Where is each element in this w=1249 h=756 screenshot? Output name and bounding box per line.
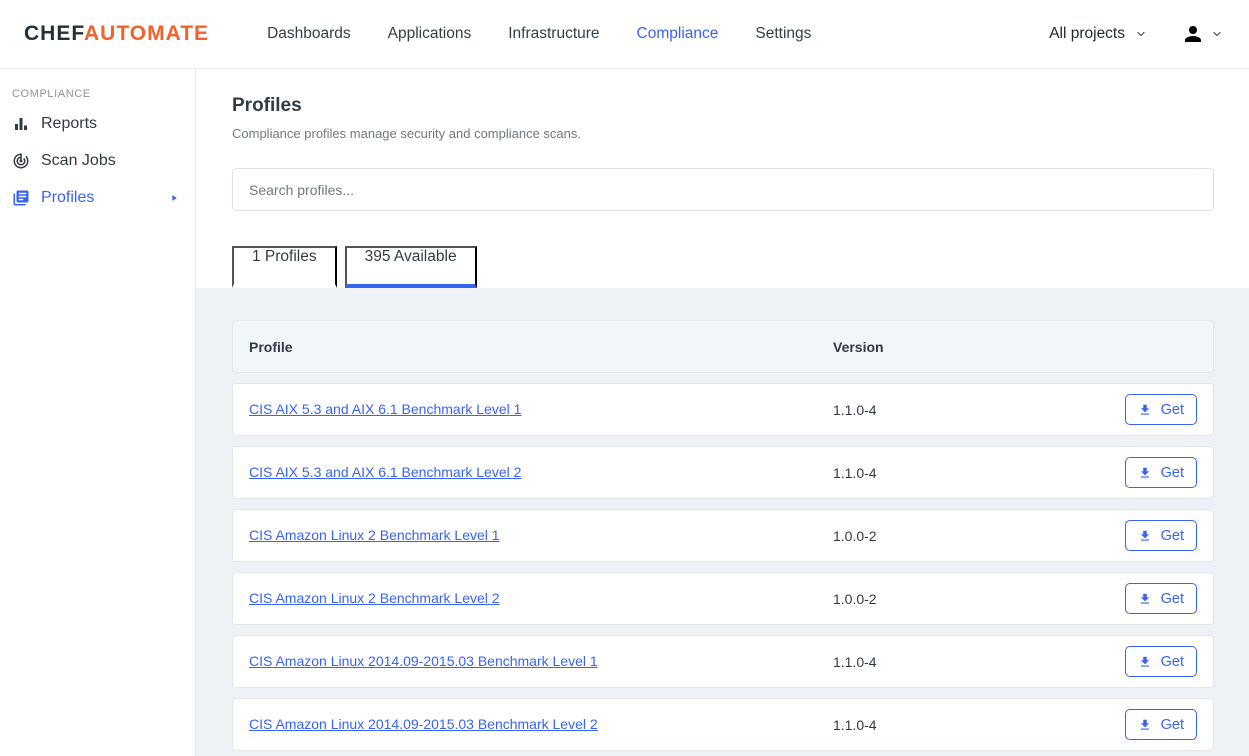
get-button[interactable]: Get [1125,394,1197,425]
profile-version: 1.1.0-4 [833,402,1125,418]
nav-item-applications[interactable]: Applications [388,25,472,43]
get-button[interactable]: Get [1125,520,1197,551]
compliance-sidebar: COMPLIANCE Reports Scan Jobs Profiles [0,69,196,756]
profile-version: 1.0.0-2 [833,591,1125,607]
sidebar-item-profiles[interactable]: Profiles [0,179,195,216]
logo-product-text: AUTOMATE [84,22,209,45]
page-subtitle: Compliance profiles manage security and … [232,126,1214,141]
search-input[interactable] [232,168,1214,211]
table-row: CIS Amazon Linux 2014.09-2015.03 Benchma… [232,635,1214,688]
sidebar-item-label: Scan Jobs [41,152,116,170]
profile-link[interactable]: CIS AIX 5.3 and AIX 6.1 Benchmark Level … [249,464,521,480]
download-icon [1138,466,1152,480]
table-row: CIS Amazon Linux 2014.09-2015.03 Benchma… [232,698,1214,751]
profile-link[interactable]: CIS Amazon Linux 2 Benchmark Level 2 [249,590,500,606]
profile-version: 1.1.0-4 [833,654,1125,670]
sidebar-item-reports[interactable]: Reports [0,105,195,142]
download-icon [1138,529,1152,543]
primary-nav: Dashboards Applications Infrastructure C… [267,25,811,43]
get-button-label: Get [1161,654,1184,670]
tab-my-profiles[interactable]: 1 Profiles [232,246,337,288]
get-button[interactable]: Get [1125,709,1197,740]
radar-icon [12,152,30,170]
get-button-label: Get [1161,528,1184,544]
profiles-header-section: Profiles Compliance profiles manage secu… [196,69,1249,288]
get-button-label: Get [1161,591,1184,607]
profile-version: 1.1.0-4 [833,465,1125,481]
get-button[interactable]: Get [1125,457,1197,488]
download-icon [1138,592,1152,606]
profile-link[interactable]: CIS Amazon Linux 2014.09-2015.03 Benchma… [249,653,598,669]
logo-brand-text: CHEF [24,22,84,45]
page-title: Profiles [232,95,1214,117]
profile-version: 1.0.0-2 [833,528,1125,544]
profile-link[interactable]: CIS AIX 5.3 and AIX 6.1 Benchmark Level … [249,401,521,417]
table-row: CIS AIX 5.3 and AIX 6.1 Benchmark Level … [232,383,1214,436]
profiles-table-body: CIS AIX 5.3 and AIX 6.1 Benchmark Level … [232,383,1214,751]
table-row: CIS Amazon Linux 2 Benchmark Level 2 1.0… [232,572,1214,625]
column-header-version: Version [833,339,1127,355]
chef-automate-logo[interactable]: CHEFAUTOMATE [24,22,209,46]
sidebar-item-label: Reports [41,115,97,133]
tab-available[interactable]: 395 Available [345,246,477,288]
main-content: Profiles Compliance profiles manage secu… [196,69,1249,756]
profiles-tabs: 1 Profiles 395 Available [232,246,477,288]
download-icon [1138,718,1152,732]
library-books-icon [12,189,30,207]
get-button[interactable]: Get [1125,583,1197,614]
top-navigation-bar: CHEFAUTOMATE Dashboards Applications Inf… [0,0,1249,69]
get-button[interactable]: Get [1125,646,1197,677]
download-icon [1138,655,1152,669]
chevron-down-icon [1211,28,1223,40]
get-button-label: Get [1161,465,1184,481]
download-icon [1138,403,1152,417]
expand-triangle-icon[interactable] [169,193,179,203]
profiles-table-section: Profile Version CIS AIX 5.3 and AIX 6.1 … [196,288,1249,751]
nav-item-infrastructure[interactable]: Infrastructure [508,25,599,43]
nav-item-settings[interactable]: Settings [755,25,811,43]
topbar-right-controls: All projects [1049,22,1229,46]
nav-item-dashboards[interactable]: Dashboards [267,25,351,43]
chef-automate-app: CHEFAUTOMATE Dashboards Applications Inf… [0,0,1249,756]
profile-link[interactable]: CIS Amazon Linux 2014.09-2015.03 Benchma… [249,716,598,732]
user-menu[interactable] [1181,22,1229,46]
projects-dropdown-label: All projects [1049,25,1125,43]
projects-dropdown[interactable]: All projects [1049,25,1147,43]
profile-link[interactable]: CIS Amazon Linux 2 Benchmark Level 1 [249,527,500,543]
get-button-label: Get [1161,717,1184,733]
column-header-profile: Profile [233,339,833,355]
table-row: CIS Amazon Linux 2 Benchmark Level 1 1.0… [232,509,1214,562]
get-button-label: Get [1161,402,1184,418]
sidebar-item-label: Profiles [41,189,94,207]
sidebar-heading: COMPLIANCE [12,88,195,100]
person-icon [1181,22,1205,46]
chevron-down-icon [1135,28,1147,40]
sidebar-item-scan-jobs[interactable]: Scan Jobs [0,142,195,179]
table-header-row: Profile Version [232,320,1214,373]
profile-version: 1.1.0-4 [833,717,1125,733]
bar-chart-icon [12,115,30,133]
nav-item-compliance[interactable]: Compliance [637,25,719,43]
table-row: CIS AIX 5.3 and AIX 6.1 Benchmark Level … [232,446,1214,499]
